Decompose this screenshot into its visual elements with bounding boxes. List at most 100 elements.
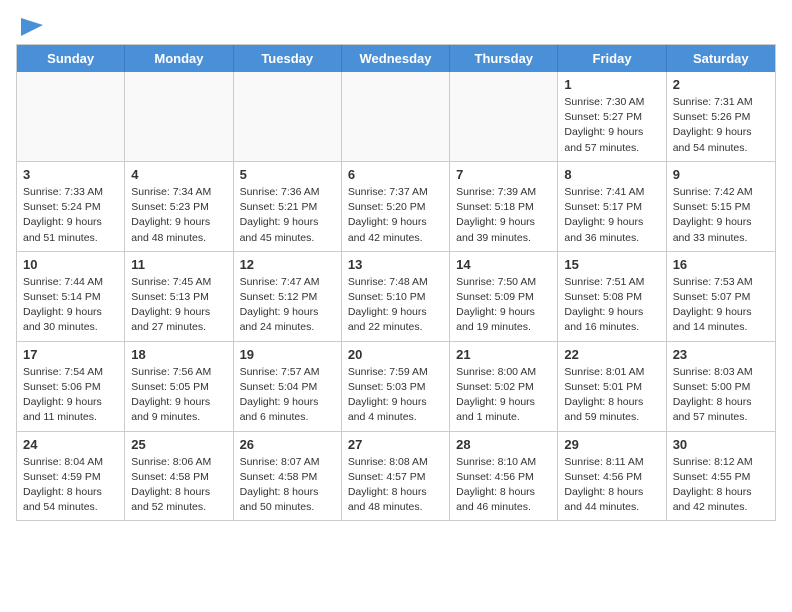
- day-info: Sunrise: 7:57 AM Sunset: 5:04 PM Dayligh…: [240, 365, 335, 426]
- day-cell: 6 Sunrise: 7:37 AM Sunset: 5:20 PM Daylig…: [342, 162, 450, 252]
- day-number: 15: [564, 257, 659, 272]
- day-cell: 22 Sunrise: 8:01 AM Sunset: 5:01 PM Dayli…: [558, 342, 666, 432]
- page-header: [0, 0, 792, 44]
- day-info: Sunrise: 7:59 AM Sunset: 5:03 PM Dayligh…: [348, 365, 443, 426]
- day-info: Sunrise: 7:54 AM Sunset: 5:06 PM Dayligh…: [23, 365, 118, 426]
- day-info: Sunrise: 7:34 AM Sunset: 5:23 PM Dayligh…: [131, 185, 226, 246]
- day-number: 22: [564, 347, 659, 362]
- day-cell: 30 Sunrise: 8:12 AM Sunset: 4:55 PM Dayli…: [667, 432, 775, 521]
- day-number: 9: [673, 167, 769, 182]
- day-info: Sunrise: 7:50 AM Sunset: 5:09 PM Dayligh…: [456, 275, 551, 336]
- day-number: 1: [564, 77, 659, 92]
- day-info: Sunrise: 7:37 AM Sunset: 5:20 PM Dayligh…: [348, 185, 443, 246]
- day-number: 29: [564, 437, 659, 452]
- day-cell: 9 Sunrise: 7:42 AM Sunset: 5:15 PM Daylig…: [667, 162, 775, 252]
- day-number: 8: [564, 167, 659, 182]
- calendar-body: 1 Sunrise: 7:30 AM Sunset: 5:27 PM Daylig…: [17, 72, 775, 520]
- logo-arrow-icon: [21, 14, 43, 36]
- day-info: Sunrise: 8:01 AM Sunset: 5:01 PM Dayligh…: [564, 365, 659, 426]
- day-cell: 28 Sunrise: 8:10 AM Sunset: 4:56 PM Dayli…: [450, 432, 558, 521]
- day-info: Sunrise: 7:51 AM Sunset: 5:08 PM Dayligh…: [564, 275, 659, 336]
- day-info: Sunrise: 8:08 AM Sunset: 4:57 PM Dayligh…: [348, 455, 443, 516]
- day-number: 23: [673, 347, 769, 362]
- day-cell: 8 Sunrise: 7:41 AM Sunset: 5:17 PM Daylig…: [558, 162, 666, 252]
- day-cell: 20 Sunrise: 7:59 AM Sunset: 5:03 PM Dayli…: [342, 342, 450, 432]
- day-info: Sunrise: 8:04 AM Sunset: 4:59 PM Dayligh…: [23, 455, 118, 516]
- day-number: 27: [348, 437, 443, 452]
- day-info: Sunrise: 7:36 AM Sunset: 5:21 PM Dayligh…: [240, 185, 335, 246]
- day-number: 12: [240, 257, 335, 272]
- day-cell: 5 Sunrise: 7:36 AM Sunset: 5:21 PM Daylig…: [234, 162, 342, 252]
- calendar-header: Sunday Monday Tuesday Wednesday Thursday…: [17, 45, 775, 72]
- day-info: Sunrise: 8:11 AM Sunset: 4:56 PM Dayligh…: [564, 455, 659, 516]
- day-info: Sunrise: 8:07 AM Sunset: 4:58 PM Dayligh…: [240, 455, 335, 516]
- day-number: 7: [456, 167, 551, 182]
- day-cell: 13 Sunrise: 7:48 AM Sunset: 5:10 PM Dayli…: [342, 252, 450, 342]
- day-info: Sunrise: 7:33 AM Sunset: 5:24 PM Dayligh…: [23, 185, 118, 246]
- header-sunday: Sunday: [17, 45, 125, 72]
- day-number: 21: [456, 347, 551, 362]
- day-number: 19: [240, 347, 335, 362]
- day-info: Sunrise: 7:48 AM Sunset: 5:10 PM Dayligh…: [348, 275, 443, 336]
- day-info: Sunrise: 7:30 AM Sunset: 5:27 PM Dayligh…: [564, 95, 659, 156]
- day-cell: 12 Sunrise: 7:47 AM Sunset: 5:12 PM Dayli…: [234, 252, 342, 342]
- day-cell: 16Sunrise: 7:53 AM Sunset: 5:07 PM Dayli…: [667, 252, 775, 342]
- day-cell: [234, 72, 342, 162]
- day-number: 30: [673, 437, 769, 452]
- day-info: Sunrise: 7:56 AM Sunset: 5:05 PM Dayligh…: [131, 365, 226, 426]
- day-info: Sunrise: 7:45 AM Sunset: 5:13 PM Dayligh…: [131, 275, 226, 336]
- day-number: 26: [240, 437, 335, 452]
- day-cell: 15 Sunrise: 7:51 AM Sunset: 5:08 PM Dayli…: [558, 252, 666, 342]
- day-cell: 10Sunrise: 7:44 AM Sunset: 5:14 PM Dayli…: [17, 252, 125, 342]
- day-info: Sunrise: 7:47 AM Sunset: 5:12 PM Dayligh…: [240, 275, 335, 336]
- day-number: 18: [131, 347, 226, 362]
- day-cell: 17 Sunrise: 7:54 AM Sunset: 5:06 PM Dayli…: [17, 342, 125, 432]
- day-number: 13: [348, 257, 443, 272]
- day-info: Sunrise: 8:06 AM Sunset: 4:58 PM Dayligh…: [131, 455, 226, 516]
- day-info: Sunrise: 8:10 AM Sunset: 4:56 PM Dayligh…: [456, 455, 551, 516]
- day-number: 20: [348, 347, 443, 362]
- day-cell: [342, 72, 450, 162]
- logo: [20, 16, 43, 36]
- day-cell: 11 Sunrise: 7:45 AM Sunset: 5:13 PM Dayli…: [125, 252, 233, 342]
- day-number: 25: [131, 437, 226, 452]
- day-cell: 29 Sunrise: 8:11 AM Sunset: 4:56 PM Dayli…: [558, 432, 666, 521]
- day-cell: 27 Sunrise: 8:08 AM Sunset: 4:57 PM Dayli…: [342, 432, 450, 521]
- day-number: 11: [131, 257, 226, 272]
- day-number: 17: [23, 347, 118, 362]
- day-number: 28: [456, 437, 551, 452]
- day-cell: 21Sunrise: 8:00 AM Sunset: 5:02 PM Dayli…: [450, 342, 558, 432]
- day-info: Sunrise: 7:41 AM Sunset: 5:17 PM Dayligh…: [564, 185, 659, 246]
- day-info: Sunrise: 7:53 AM Sunset: 5:07 PM Dayligh…: [673, 275, 769, 336]
- day-cell: 7Sunrise: 7:39 AM Sunset: 5:18 PM Daylig…: [450, 162, 558, 252]
- day-number: 2: [673, 77, 769, 92]
- day-number: 4: [131, 167, 226, 182]
- day-number: 24: [23, 437, 118, 452]
- header-saturday: Saturday: [667, 45, 775, 72]
- day-cell: [125, 72, 233, 162]
- day-number: 3: [23, 167, 118, 182]
- day-cell: 26 Sunrise: 8:07 AM Sunset: 4:58 PM Dayli…: [234, 432, 342, 521]
- day-cell: 18 Sunrise: 7:56 AM Sunset: 5:05 PM Dayli…: [125, 342, 233, 432]
- header-friday: Friday: [558, 45, 666, 72]
- day-cell: 4 Sunrise: 7:34 AM Sunset: 5:23 PM Daylig…: [125, 162, 233, 252]
- header-thursday: Thursday: [450, 45, 558, 72]
- header-tuesday: Tuesday: [234, 45, 342, 72]
- day-number: 5: [240, 167, 335, 182]
- header-wednesday: Wednesday: [342, 45, 450, 72]
- day-cell: 19 Sunrise: 7:57 AM Sunset: 5:04 PM Dayli…: [234, 342, 342, 432]
- day-cell: 24 Sunrise: 8:04 AM Sunset: 4:59 PM Dayli…: [17, 432, 125, 521]
- day-info: Sunrise: 8:03 AM Sunset: 5:00 PM Dayligh…: [673, 365, 769, 426]
- day-cell: 25 Sunrise: 8:06 AM Sunset: 4:58 PM Dayli…: [125, 432, 233, 521]
- day-cell: [17, 72, 125, 162]
- calendar: Sunday Monday Tuesday Wednesday Thursday…: [16, 44, 776, 521]
- day-info: Sunrise: 8:12 AM Sunset: 4:55 PM Dayligh…: [673, 455, 769, 516]
- day-cell: 23 Sunrise: 8:03 AM Sunset: 5:00 PM Dayli…: [667, 342, 775, 432]
- day-cell: 3 Sunrise: 7:33 AM Sunset: 5:24 PM Daylig…: [17, 162, 125, 252]
- day-info: Sunrise: 7:44 AM Sunset: 5:14 PM Dayligh…: [23, 275, 118, 336]
- day-number: 6: [348, 167, 443, 182]
- day-info: Sunrise: 7:42 AM Sunset: 5:15 PM Dayligh…: [673, 185, 769, 246]
- day-cell: [450, 72, 558, 162]
- day-number: 14: [456, 257, 551, 272]
- day-cell: 2Sunrise: 7:31 AM Sunset: 5:26 PM Daylig…: [667, 72, 775, 162]
